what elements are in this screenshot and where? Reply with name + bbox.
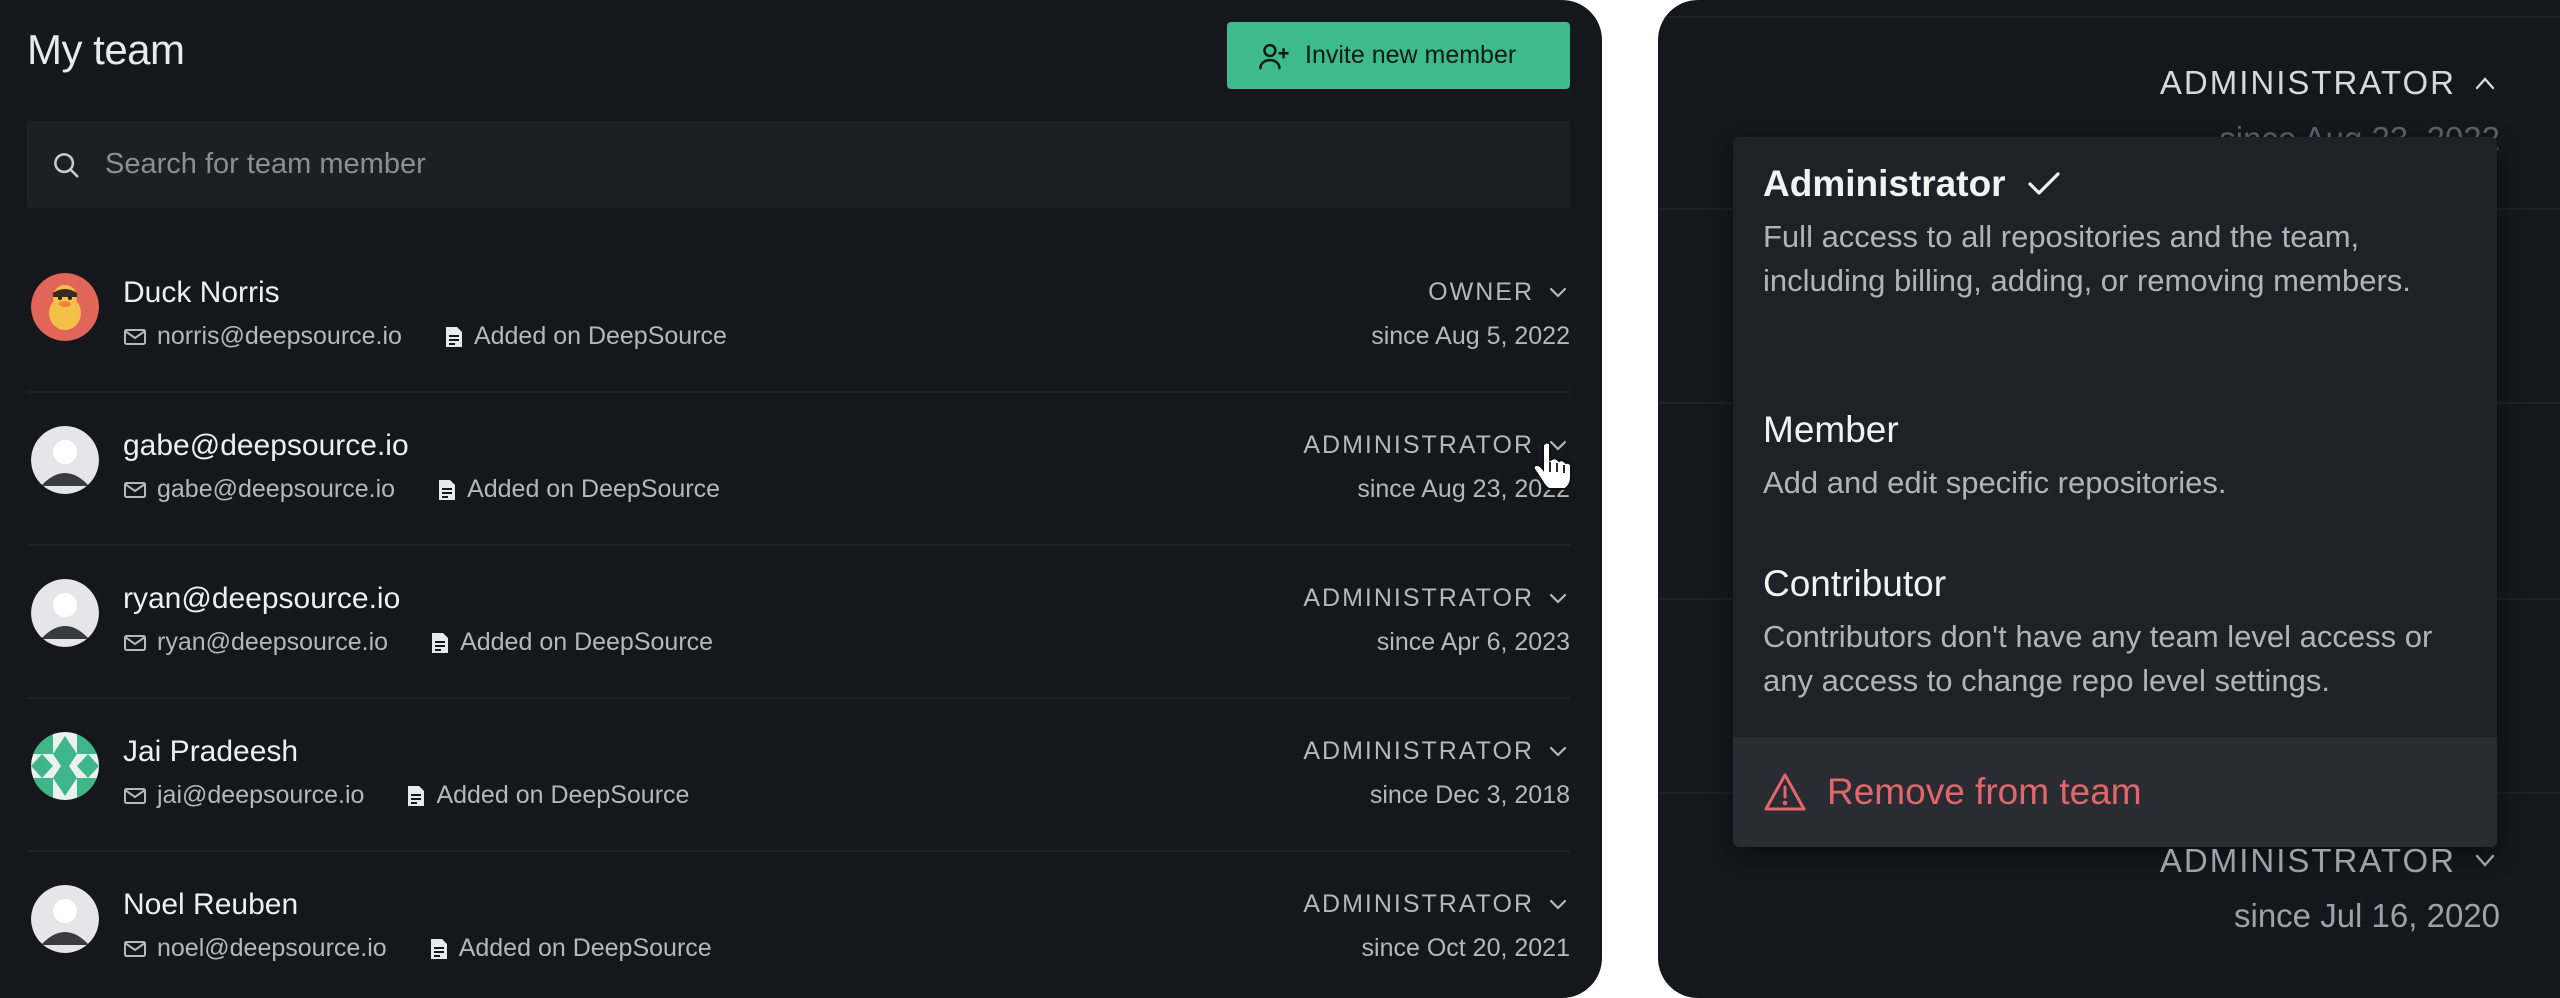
role-menu-zoom-panel: ADMINISTRATOR since Aug 23, 2022 Adminis… — [1658, 0, 2560, 998]
member-source: Added on DeepSource — [467, 475, 721, 503]
member-meta: jai@deepsource.io Added on DeepSource — [123, 781, 689, 810]
member-source: Added on DeepSource — [436, 781, 690, 809]
member-meta: ryan@deepsource.io Added on DeepSource — [123, 628, 713, 657]
role-option-contributor[interactable]: Contributor Contributors don't have any … — [1733, 563, 2497, 703]
chevron-up-icon — [2474, 70, 2500, 96]
role-option-description: Contributors don't have any team level a… — [1763, 619, 2433, 698]
mail-icon — [124, 328, 146, 345]
member-source: Added on DeepSource — [458, 934, 712, 962]
warning-icon — [1763, 771, 1809, 813]
member-email: ryan@deepsource.io — [157, 628, 389, 656]
chevron-down-icon — [1548, 894, 1570, 916]
member-meta: norris@deepsource.io Added on DeepSource — [123, 322, 727, 351]
role-label: ADMINISTRATOR — [1303, 737, 1534, 765]
member-since: since Aug 5, 2022 — [1371, 322, 1570, 350]
chevron-down-icon — [2474, 848, 2500, 874]
role-label: ADMINISTRATOR — [2159, 842, 2456, 879]
search-icon — [49, 148, 83, 182]
role-option-title: Contributor — [1763, 563, 1947, 604]
page-title: My team — [27, 26, 185, 73]
pattern-avatar — [31, 732, 99, 800]
user-plus-icon — [1257, 40, 1293, 72]
role-label: ADMINISTRATOR — [2159, 64, 2456, 101]
document-icon — [439, 479, 456, 500]
role-option-administrator[interactable]: Administrator Full access to all reposit… — [1733, 163, 2497, 303]
member-email: noel@deepsource.io — [157, 934, 387, 962]
role-label: ADMINISTRATOR — [1303, 890, 1534, 918]
default-avatar — [31, 426, 99, 494]
mail-icon — [124, 787, 146, 804]
member-row: ryan@deepsource.io ryan@deepsource.io Ad… — [27, 546, 1570, 699]
role-option-description: Full access to all repositories and the … — [1763, 219, 2411, 298]
role-dropdown[interactable]: OWNER — [1428, 278, 1570, 307]
mail-icon — [124, 481, 146, 498]
member-row: gabe@deepsource.io gabe@deepsource.io Ad… — [27, 393, 1570, 546]
member-since: since Jul 16, 2020 — [2233, 897, 2500, 934]
role-dropdown[interactable]: ADMINISTRATOR — [1303, 584, 1570, 613]
default-avatar — [31, 579, 99, 647]
role-dropdown[interactable]: ADMINISTRATOR — [2160, 842, 2500, 880]
team-panel: My team Invite new member Search for tea… — [0, 0, 1602, 998]
role-option-member[interactable]: Member Add and edit specific repositorie… — [1733, 409, 2497, 505]
invite-member-label: Invite new member — [1305, 41, 1517, 69]
role-option-title: Member — [1763, 409, 1899, 450]
remove-from-team-label: Remove from team — [1827, 771, 2142, 812]
role-label: ADMINISTRATOR — [1303, 584, 1534, 612]
document-icon — [445, 326, 462, 347]
search-bar — [27, 121, 1570, 208]
role-dropdown-menu: Administrator Full access to all reposit… — [1733, 137, 2497, 847]
member-email: gabe@deepsource.io — [157, 475, 396, 503]
check-icon — [2026, 168, 2066, 200]
document-icon — [408, 785, 425, 806]
role-dropdown[interactable]: ADMINISTRATOR — [1303, 890, 1570, 919]
chevron-down-icon — [1548, 741, 1570, 763]
search-input[interactable] — [103, 147, 1503, 182]
member-name: Duck Norris — [123, 276, 280, 309]
role-option-description: Add and edit specific repositories. — [1763, 465, 2227, 500]
invite-member-button[interactable]: Invite new member — [1227, 22, 1570, 89]
mail-icon — [124, 634, 146, 651]
member-email: jai@deepsource.io — [157, 781, 365, 809]
member-since: since Dec 3, 2018 — [1369, 781, 1570, 809]
role-label: OWNER — [1428, 278, 1534, 306]
remove-from-team-button[interactable]: Remove from team — [1733, 737, 2497, 847]
member-row: Noel Reuben noel@deepsource.io Added on … — [27, 852, 1570, 998]
member-name: Jai Pradeesh — [123, 735, 299, 768]
role-dropdown[interactable]: ADMINISTRATOR — [1303, 737, 1570, 766]
document-icon — [432, 632, 449, 653]
member-meta: noel@deepsource.io Added on DeepSource — [123, 934, 712, 963]
member-row: Duck Norris norris@deepsource.io Added o… — [27, 240, 1570, 393]
member-since: since Oct 20, 2021 — [1361, 934, 1570, 962]
member-name: gabe@deepsource.io — [123, 429, 409, 462]
hand-cursor-icon — [1530, 440, 1574, 490]
member-email: norris@deepsource.io — [157, 322, 402, 350]
chevron-down-icon — [1548, 282, 1570, 304]
role-label: ADMINISTRATOR — [1303, 431, 1534, 459]
member-list: Duck Norris norris@deepsource.io Added o… — [27, 240, 1570, 998]
member-meta: gabe@deepsource.io Added on DeepSource — [123, 475, 720, 504]
member-name: Noel Reuben — [123, 888, 299, 921]
mail-icon — [124, 940, 146, 957]
member-row: Jai Pradeesh jai@deepsource.io Added on … — [27, 699, 1570, 852]
document-icon — [430, 938, 447, 959]
divider — [1658, 16, 2560, 18]
default-avatar — [31, 885, 99, 953]
role-dropdown-open[interactable]: ADMINISTRATOR — [2160, 64, 2500, 102]
member-since: since Apr 6, 2023 — [1376, 628, 1570, 656]
chevron-down-icon — [1548, 588, 1570, 610]
duck-avatar — [31, 273, 99, 341]
member-source: Added on DeepSource — [473, 322, 727, 350]
member-name: ryan@deepsource.io — [123, 582, 401, 615]
member-source: Added on DeepSource — [460, 628, 714, 656]
role-option-title: Administrator — [1763, 163, 2006, 204]
